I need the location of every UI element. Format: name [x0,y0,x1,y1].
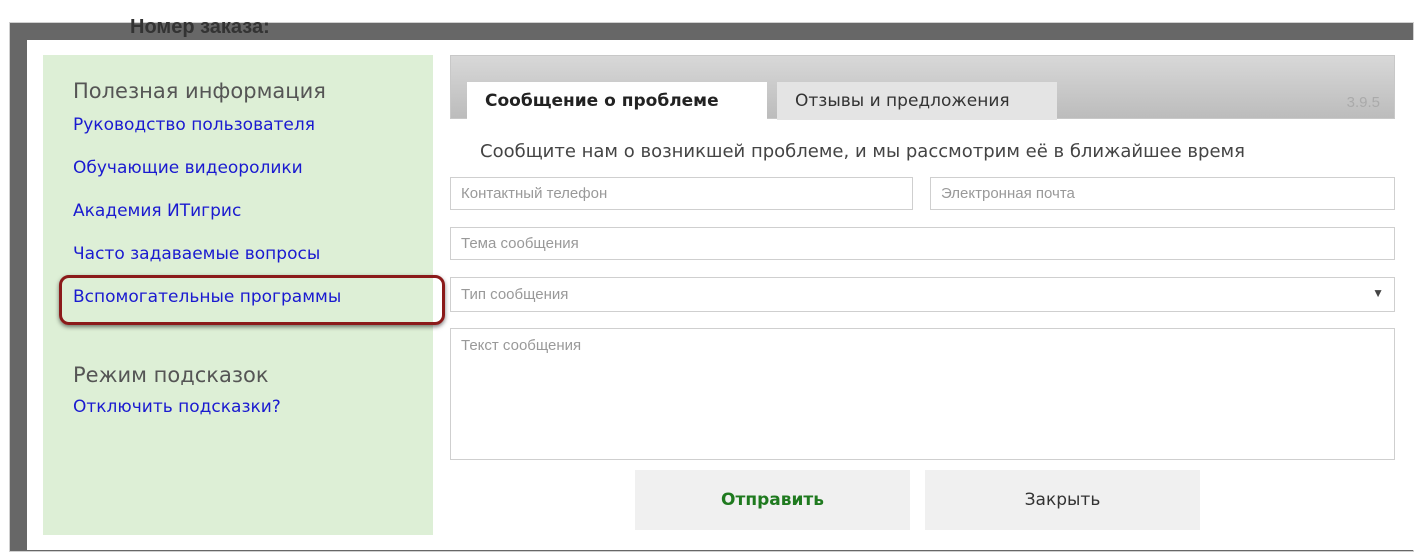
version-label: 3.9.5 [1346,94,1380,111]
email-field[interactable] [930,177,1395,210]
send-button[interactable]: Отправить [635,470,910,530]
close-button[interactable]: Закрыть [925,470,1200,530]
link-helper-programs[interactable]: Вспомогательные программы [59,275,445,325]
chevron-down-icon: ▼ [1372,286,1384,300]
link-faq[interactable]: Часто задаваемые вопросы [73,244,433,264]
form-lead-text: Сообщите нам о возникшей проблеме, и мы … [480,141,1245,162]
support-panel: Сообщение о проблеме Отзывы и предложени… [450,55,1395,535]
help-modal: Полезная информация Руководство пользова… [27,40,1417,550]
phone-field[interactable] [450,177,913,210]
tab-bar: Сообщение о проблеме Отзывы и предложени… [450,55,1395,120]
sidebar-heading: Полезная информация [73,79,326,103]
message-type-select[interactable]: Тип сообщения ▼ [450,277,1395,312]
link-itigris-academy[interactable]: Академия ИТигрис [73,201,433,221]
link-disable-hints[interactable]: Отключить подсказки? [73,397,433,417]
link-user-guide[interactable]: Руководство пользователя [73,115,433,135]
tab-report-problem[interactable]: Сообщение о проблеме [467,82,767,120]
sidebar: Полезная информация Руководство пользова… [43,55,445,535]
link-training-videos[interactable]: Обучающие видеоролики [73,158,433,178]
highlight-frame [59,275,445,325]
order-number-label: Номер заказа: [130,16,270,38]
message-text-field[interactable] [450,328,1395,460]
hints-heading: Режим подсказок [73,363,269,387]
tab-feedback[interactable]: Отзывы и предложения [777,82,1057,120]
message-type-label: Тип сообщения [461,286,569,303]
subject-field[interactable] [450,227,1395,260]
